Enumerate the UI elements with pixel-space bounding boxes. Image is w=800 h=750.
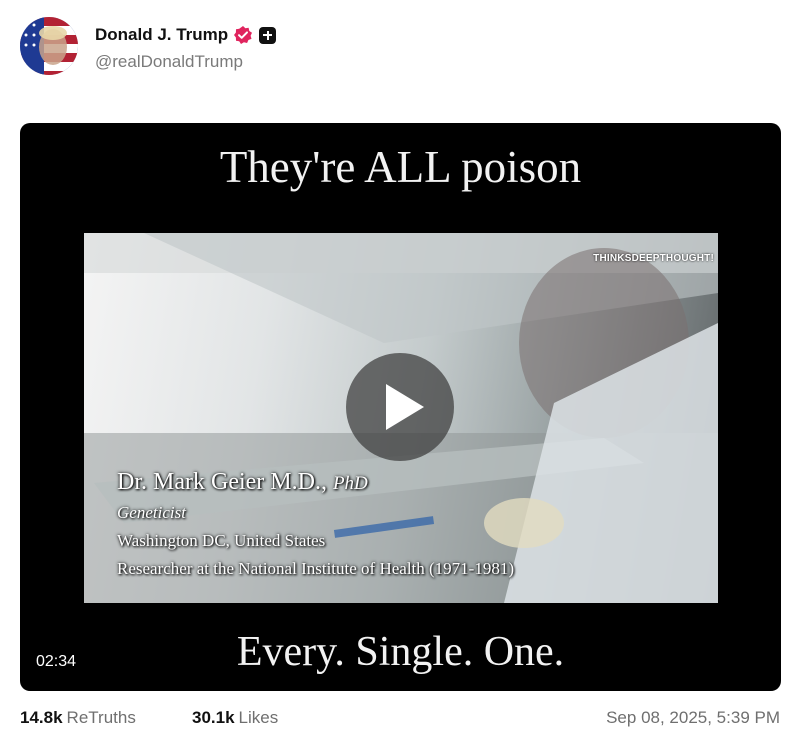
retruths-label: ReTruths (66, 708, 136, 727)
video-caption-bottom: Every. Single. One. (236, 629, 565, 675)
post-timestamp[interactable]: Sep 08, 2025, 5:39 PM (606, 708, 780, 728)
video-lower-third: Dr. Mark Geier M.D., PhD Geneticist Wash… (117, 467, 514, 583)
lower-third-title: Geneticist (117, 503, 186, 522)
lower-third-role: Researcher at the National Institute of … (117, 559, 515, 578)
video-watermark: THINKSDEEPTHOUGHT! (593, 253, 714, 264)
verified-badge-icon (234, 26, 253, 44)
lower-third-name-row: Dr. Mark Geier M.D., PhD (117, 467, 514, 499)
video-caption-top: They're ALL poison (219, 142, 582, 192)
plus-badge-icon (259, 26, 277, 44)
retruths-stat[interactable]: 14.8k ReTruths (20, 708, 136, 728)
handle[interactable]: @realDonaldTrump (95, 52, 276, 72)
lower-third-location: Washington DC, United States (117, 531, 326, 550)
video-player[interactable]: They're ALL poison THINKSDEEPTHOUGHT! Dr… (20, 123, 781, 691)
likes-label: Likes (238, 708, 279, 727)
author-block: Donald J. Trump @realDonaldTrump (95, 24, 277, 72)
play-icon (386, 384, 424, 430)
lower-third-name: Dr. Mark Geier M.D., (117, 469, 327, 495)
lower-third-credentials: PhD (332, 473, 368, 494)
display-name[interactable]: Donald J. Trump (95, 25, 228, 45)
post-header: Donald J. Trump @realDonaldTrump (20, 17, 780, 77)
likes-count: 30.1k (192, 708, 235, 727)
avatar-image (20, 17, 78, 75)
likes-stat[interactable]: 30.1k Likes (192, 708, 278, 728)
name-row: Donald J. Trump (95, 24, 277, 46)
video-duration: 02:34 (36, 653, 77, 670)
play-button[interactable] (346, 353, 454, 461)
avatar[interactable] (20, 17, 78, 75)
post-footer: 14.8k ReTruths 30.1k Likes Sep 08, 2025, 5… (20, 708, 780, 732)
retruths-count: 14.8k (20, 708, 63, 727)
